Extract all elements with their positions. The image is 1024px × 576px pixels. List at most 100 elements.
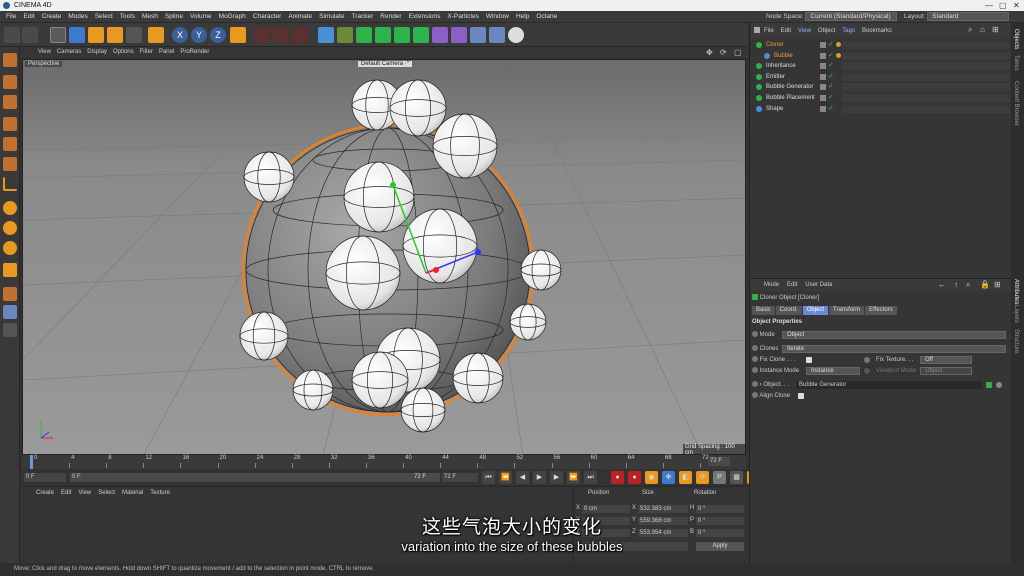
menu-window[interactable]: Window xyxy=(484,11,514,23)
side-tab-takes[interactable]: Takes xyxy=(1013,55,1019,71)
object-row-bubble-placement[interactable]: Bubble Placement ✓ xyxy=(750,93,1012,104)
material-menu-select[interactable]: Select xyxy=(98,490,115,496)
workplane-icon[interactable] xyxy=(3,221,17,235)
effector-icon[interactable] xyxy=(413,27,429,43)
model-mode-icon[interactable] xyxy=(3,75,17,89)
viewport-menu-display[interactable]: Display xyxy=(87,47,107,58)
tab-basic[interactable]: Basic xyxy=(752,306,775,315)
object-row-shape[interactable]: Shape ✓ xyxy=(750,104,1012,115)
current-frame-field[interactable]: 0 F xyxy=(24,473,66,482)
viewport-solo-icon[interactable] xyxy=(3,323,17,337)
object-link-field[interactable]: Bubble Generator xyxy=(796,381,982,389)
material-menu-view[interactable]: View xyxy=(78,490,91,496)
menu-edit[interactable]: Edit xyxy=(21,11,39,23)
viewport-menu-panel[interactable]: Panel xyxy=(159,47,174,58)
tab-transform[interactable]: Transform xyxy=(829,306,865,315)
mode-dropdown[interactable]: Object xyxy=(782,331,1006,339)
menu-create[interactable]: Create xyxy=(40,11,67,23)
side-tab-structure[interactable]: Structure xyxy=(1013,329,1019,353)
home-icon[interactable]: ⌂ xyxy=(980,25,985,34)
object-menu-view[interactable]: View xyxy=(798,23,811,39)
menu-modes[interactable]: Modes xyxy=(66,11,93,23)
link-object-icon[interactable] xyxy=(986,382,992,388)
material-menu-material[interactable]: Material xyxy=(122,490,143,496)
enabled-check-icon[interactable]: ✓ xyxy=(828,40,834,51)
maximize-button[interactable]: ▢ xyxy=(999,0,1007,11)
up-arrow-icon[interactable]: ↑ xyxy=(954,280,958,289)
record-icon[interactable]: ● xyxy=(611,471,624,484)
menu-help[interactable]: Help xyxy=(514,11,534,23)
menu-octane[interactable]: Octane xyxy=(534,11,562,23)
param-key-icon[interactable]: P xyxy=(713,471,726,484)
align-clone-checkbox[interactable] xyxy=(798,393,804,399)
rotate-key-icon[interactable]: ⟳ xyxy=(696,471,709,484)
object-row-inheritance[interactable]: Inheritance ✓ xyxy=(750,61,1012,72)
tweak-mode-icon[interactable] xyxy=(3,263,17,277)
animate-dot-icon[interactable] xyxy=(752,381,758,388)
viewport-menu-cameras[interactable]: Cameras xyxy=(57,47,81,58)
mograph-icon[interactable] xyxy=(394,27,410,43)
animate-dot-icon[interactable] xyxy=(752,392,758,399)
floor-icon[interactable] xyxy=(470,27,486,43)
go-to-start-icon[interactable]: ⏮ xyxy=(482,471,495,484)
object-row-bubble-generator[interactable]: Bubble Generator ✓ xyxy=(750,82,1012,93)
object-menu-edit[interactable]: Edit xyxy=(781,23,791,39)
clones-dropdown[interactable]: Iterate xyxy=(782,345,1006,353)
expand-arrow-icon[interactable]: › xyxy=(760,382,762,388)
pen-icon[interactable] xyxy=(337,27,353,43)
menu-tools[interactable]: Tools xyxy=(118,11,140,23)
material-menu-edit[interactable]: Edit xyxy=(61,490,71,496)
menu-mograph[interactable]: MoGraph xyxy=(217,11,251,23)
y-axis-icon[interactable]: Y xyxy=(191,27,207,43)
viewport-menu-filter[interactable]: Filter xyxy=(140,47,153,58)
range-end-field[interactable]: 72 F xyxy=(442,473,478,482)
enabled-check-icon[interactable]: ✓ xyxy=(828,72,834,83)
enabled-check-icon[interactable]: ✓ xyxy=(828,82,834,93)
animate-dot-icon[interactable] xyxy=(752,367,758,374)
tag-icon[interactable] xyxy=(836,52,841,58)
close-button[interactable]: ✕ xyxy=(1013,0,1020,11)
new-view-icon[interactable]: ⊞ xyxy=(992,25,999,34)
object-menu-object[interactable]: Object xyxy=(818,23,835,39)
instance-mode-dropdown[interactable]: Instance xyxy=(806,367,860,375)
tab-object[interactable]: Object xyxy=(802,306,829,315)
snap-icon[interactable] xyxy=(3,201,17,215)
edges-mode-icon[interactable] xyxy=(3,137,17,151)
tag-icon[interactable] xyxy=(836,42,841,47)
grid-icon[interactable] xyxy=(3,287,17,301)
subdivision-icon[interactable] xyxy=(356,27,372,43)
viewport-menu-options[interactable]: Options xyxy=(113,47,134,58)
transform-icon[interactable] xyxy=(148,27,164,43)
animate-dot-icon[interactable] xyxy=(752,331,758,338)
object-row-emitter[interactable]: Emitter ✓ xyxy=(750,72,1012,83)
points-mode-icon[interactable] xyxy=(3,117,17,131)
render-view-icon[interactable] xyxy=(254,27,270,43)
object-row-cloner[interactable]: Cloner ✓ xyxy=(750,40,1012,51)
next-key-icon[interactable]: ⏩ xyxy=(567,471,580,484)
recent-tools-icon[interactable] xyxy=(126,27,142,43)
layer-icon[interactable] xyxy=(820,42,826,48)
lock-icon[interactable]: 🔒 xyxy=(980,280,990,289)
enabled-check-icon[interactable]: ✓ xyxy=(828,51,834,62)
menu-simulate[interactable]: Simulate xyxy=(317,11,349,23)
layer-icon[interactable] xyxy=(820,73,826,80)
fix-clone-checkbox[interactable] xyxy=(806,357,812,363)
move-icon[interactable] xyxy=(69,27,85,43)
animate-dot-icon[interactable] xyxy=(864,357,870,363)
next-frame-icon[interactable]: ▶ xyxy=(550,471,563,484)
prev-frame-icon[interactable]: ◀ xyxy=(516,471,529,484)
object-menu-bookmarks[interactable]: Bookmarks xyxy=(862,23,892,39)
redo-icon[interactable] xyxy=(22,27,38,43)
texture-mode-icon[interactable] xyxy=(3,95,17,109)
object-menu-tags[interactable]: Tags xyxy=(842,23,855,39)
material-menu-create[interactable]: Create xyxy=(36,490,54,496)
menu-volume[interactable]: Volume xyxy=(188,11,217,23)
axis-mode-icon[interactable] xyxy=(3,177,17,191)
viewport-menu-prorender[interactable]: ProRender xyxy=(180,47,209,58)
menu-render[interactable]: Render xyxy=(378,11,406,23)
attribute-menu-edit[interactable]: Edit xyxy=(787,279,797,292)
live-selection-icon[interactable] xyxy=(50,27,66,43)
render-settings-icon[interactable] xyxy=(292,27,308,43)
layout-dropdown[interactable]: Standard xyxy=(927,12,1010,21)
minimize-button[interactable]: — xyxy=(985,0,993,11)
